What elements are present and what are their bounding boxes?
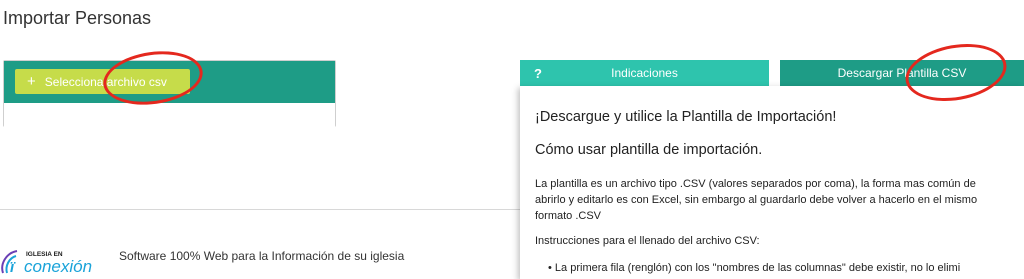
tab-indicaciones[interactable]: ? Indicaciones — [520, 60, 769, 86]
instructions-subheading: Cómo usar plantilla de importación. — [535, 142, 763, 158]
footer-divider — [0, 209, 520, 210]
svg-text:ï: ï — [10, 259, 16, 276]
instructions-heading: ¡Descargue y utilice la Plantilla de Imp… — [535, 109, 837, 125]
paragraph-line: formato .CSV — [535, 210, 602, 222]
instructions-bullet: • La primera fila (renglón) con los "nom… — [548, 262, 961, 274]
footer-tagline: Software 100% Web para la Información de… — [119, 249, 405, 263]
logo-graphic: ï IGLESIA EN conexión — [1, 250, 92, 276]
upload-panel-body — [4, 103, 335, 127]
plus-icon: + — [27, 73, 36, 90]
iglesia-en-conexion-logo: ï IGLESIA EN conexión — [0, 246, 104, 276]
bullet-text: La primera fila (renglón) con los "nombr… — [554, 262, 961, 274]
svg-text:conexión: conexión — [24, 257, 92, 276]
instructions-label: Instrucciones para el llenado del archiv… — [535, 235, 760, 247]
instructions-panel: ¡Descargue y utilice la Plantilla de Imp… — [520, 86, 1024, 279]
help-icon: ? — [534, 65, 542, 81]
page-title: Importar Personas — [3, 8, 152, 28]
paragraph-line: abrirlo y editarlo es con Excel, sin emb… — [535, 194, 978, 206]
instructions-paragraph: La plantilla es un archivo tipo .CSV (va… — [535, 176, 1024, 224]
tab-indicaciones-label: Indicaciones — [611, 66, 678, 80]
paragraph-line: La plantilla es un archivo tipo .CSV (va… — [535, 178, 976, 190]
